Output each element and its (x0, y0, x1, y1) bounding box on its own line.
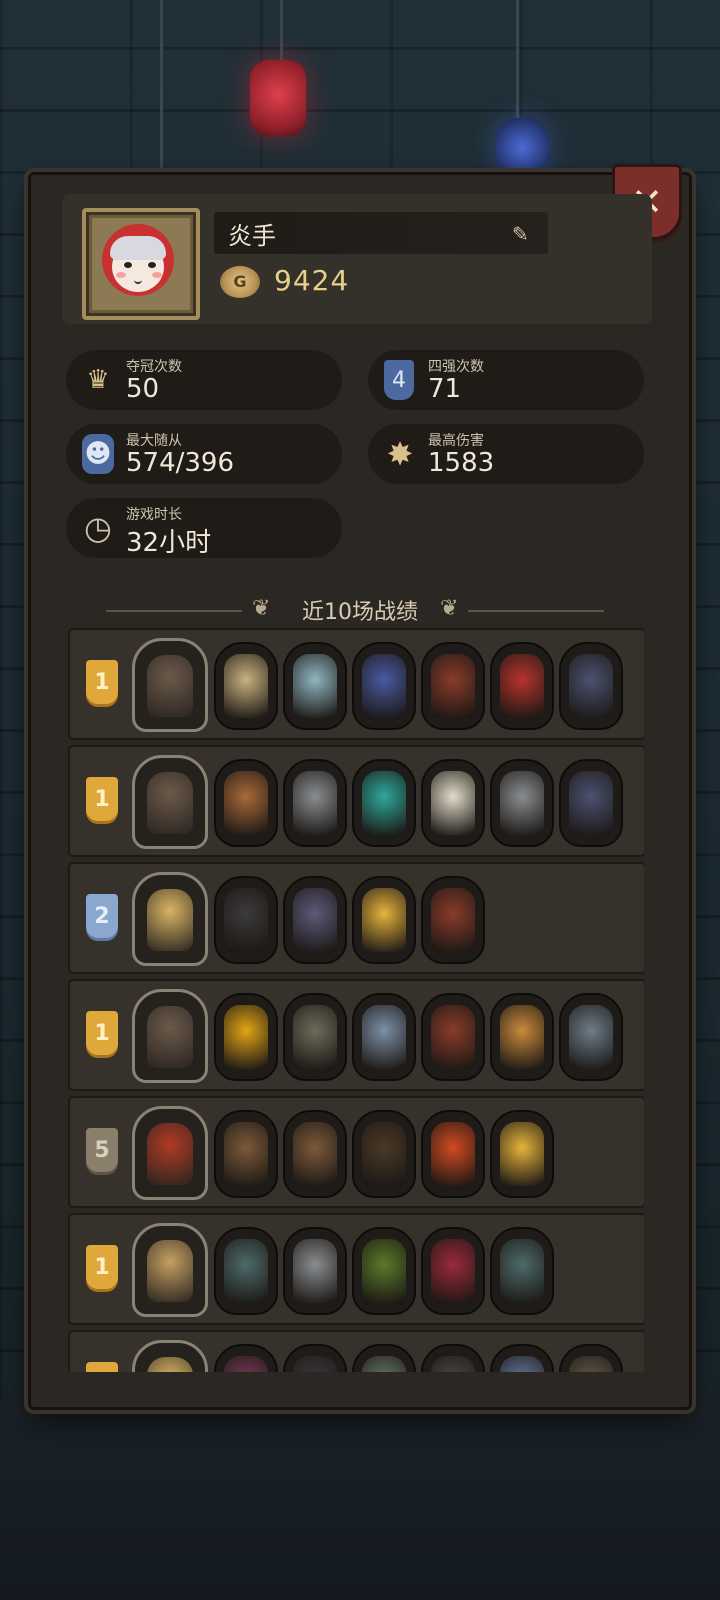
minion-card[interactable] (283, 642, 347, 730)
minion-card[interactable] (352, 759, 416, 847)
minion-card[interactable] (352, 1344, 416, 1372)
match-row[interactable]: 1 (68, 745, 644, 857)
minion-card[interactable] (352, 1227, 416, 1315)
minion-card[interactable] (490, 1344, 554, 1372)
damage-icon: ✸ (386, 435, 414, 473)
placement-badge: 2 (86, 894, 118, 938)
minion-card[interactable] (421, 1110, 485, 1198)
stat-max-damage: ✸ 最高伤害 1583 (368, 424, 644, 484)
hero-portrait[interactable] (132, 1106, 208, 1200)
minion-card[interactable] (352, 876, 416, 964)
blue-lantern-decoration (496, 118, 548, 178)
stat-play-time: ◷ 游戏时长 32小时 (66, 498, 342, 558)
hero-portrait[interactable] (132, 755, 208, 849)
minion-card[interactable] (490, 993, 554, 1081)
minion-card[interactable] (214, 642, 278, 730)
stat-championships: ♛ 夺冠次数 50 (66, 350, 342, 410)
crown-icon: ♛ (86, 365, 110, 395)
minion-card[interactable] (283, 993, 347, 1081)
red-lantern-decoration (250, 60, 306, 136)
minion-icon: ☻ (82, 434, 114, 474)
recent-matches-title: 近10场战绩 (302, 600, 418, 625)
minion-card[interactable] (283, 876, 347, 964)
minion-card[interactable] (421, 1227, 485, 1315)
minion-card[interactable] (214, 1344, 278, 1372)
minion-card[interactable] (214, 876, 278, 964)
minion-card[interactable] (421, 759, 485, 847)
coin-icon: G (220, 266, 260, 298)
minion-card[interactable] (283, 1344, 347, 1372)
minion-card[interactable] (352, 993, 416, 1081)
minion-card[interactable] (490, 642, 554, 730)
minion-card[interactable] (559, 993, 623, 1081)
placement-badge: 1 (86, 777, 118, 821)
placement-badge: 1 (86, 1362, 118, 1372)
minion-card[interactable] (421, 993, 485, 1081)
minion-card[interactable] (559, 642, 623, 730)
match-row[interactable]: 1 (68, 1330, 644, 1372)
minion-card[interactable] (421, 1344, 485, 1372)
minion-card[interactable] (352, 642, 416, 730)
stat-top4: 4 四强次数 71 (368, 350, 644, 410)
hero-portrait[interactable] (132, 989, 208, 1083)
recent-matches-list[interactable]: 1 1 2 1 5 1 1 (66, 628, 644, 1372)
minion-card[interactable] (214, 759, 278, 847)
minion-card[interactable] (214, 1227, 278, 1315)
minion-card[interactable] (490, 1110, 554, 1198)
hero-portrait[interactable] (132, 1340, 208, 1372)
match-row[interactable]: 1 (68, 979, 644, 1091)
avatar[interactable] (82, 208, 200, 320)
edit-pencil-icon[interactable]: ✎ (512, 222, 536, 246)
minion-card[interactable] (490, 759, 554, 847)
placement-badge: 1 (86, 1245, 118, 1289)
hanging-rope (160, 0, 163, 180)
minion-card[interactable] (559, 759, 623, 847)
clock-icon: ◷ (84, 509, 112, 547)
placement-badge: 5 (86, 1128, 118, 1172)
placement-badge: 1 (86, 1011, 118, 1055)
stat-max-minions: ☻ 最大随从 574/396 (66, 424, 342, 484)
floor-background (0, 1400, 720, 1600)
minion-card[interactable] (214, 993, 278, 1081)
minion-card[interactable] (421, 642, 485, 730)
match-row[interactable]: 1 (68, 628, 644, 740)
minion-card[interactable] (421, 876, 485, 964)
hero-portrait[interactable] (132, 1223, 208, 1317)
placement-badge: 1 (86, 660, 118, 704)
minion-card[interactable] (283, 1110, 347, 1198)
match-row[interactable]: 1 (68, 1213, 644, 1325)
coin-count: 9424 (274, 264, 350, 297)
minion-card[interactable] (283, 1227, 347, 1315)
hero-portrait[interactable] (132, 872, 208, 966)
top4-shield-icon: 4 (384, 360, 414, 400)
minion-card[interactable] (490, 1227, 554, 1315)
minion-card[interactable] (352, 1110, 416, 1198)
hanging-rope (516, 0, 519, 120)
player-name: 炎手 (228, 222, 276, 250)
hero-portrait[interactable] (132, 638, 208, 732)
match-row[interactable]: 2 (68, 862, 644, 974)
match-row[interactable]: 5 (68, 1096, 644, 1208)
minion-card[interactable] (283, 759, 347, 847)
minion-card[interactable] (559, 1344, 623, 1372)
minion-card[interactable] (214, 1110, 278, 1198)
